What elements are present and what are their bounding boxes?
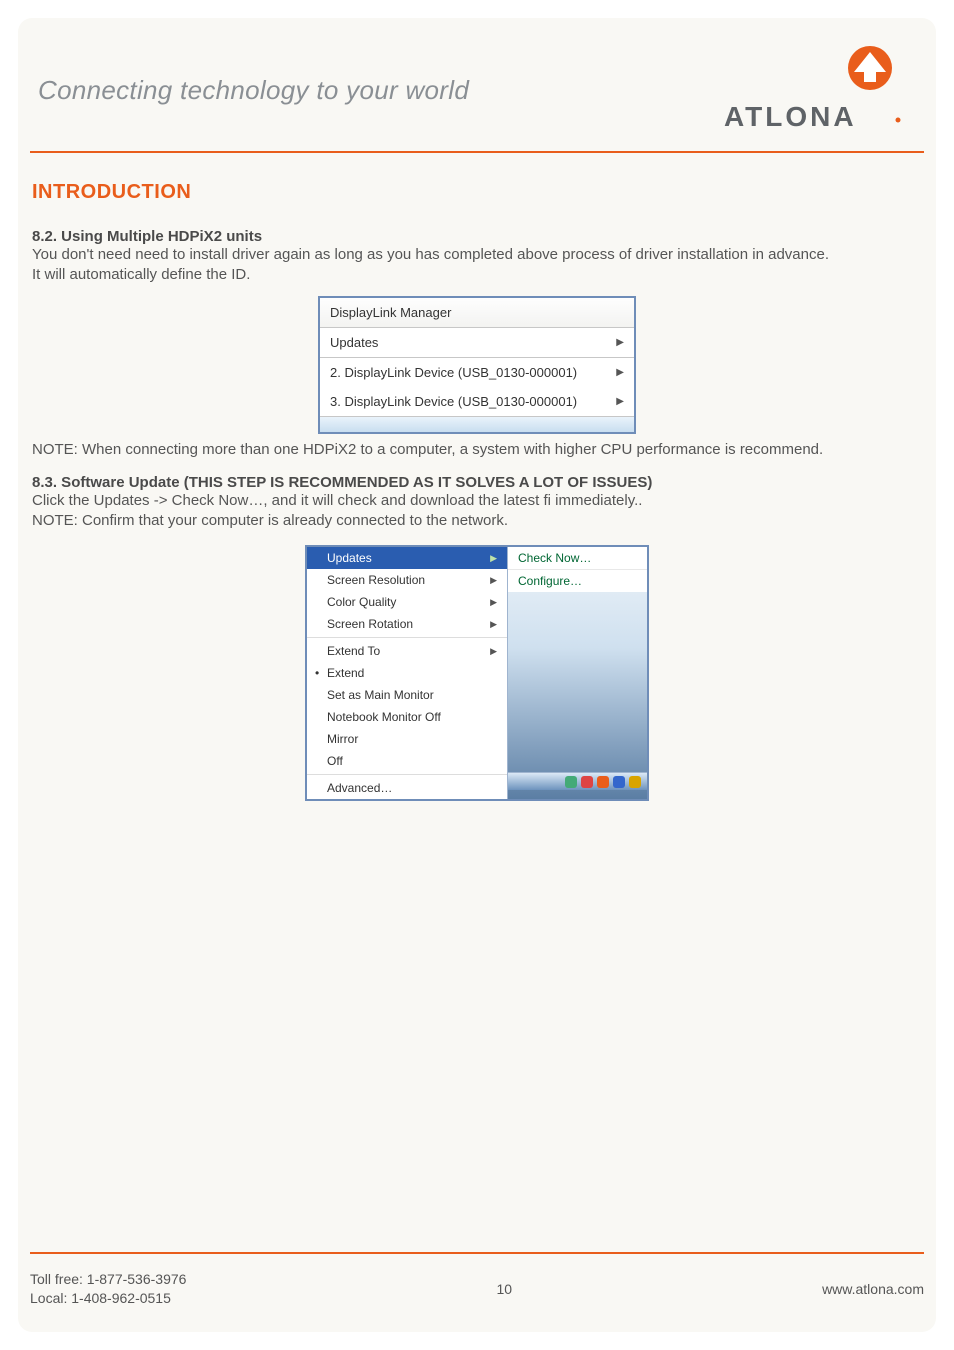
- menu-item-device-3[interactable]: 3. DisplayLink Device (USB_0130-000001)▶: [320, 387, 634, 416]
- menu-item-extend[interactable]: Extend: [307, 662, 507, 684]
- tray-icon: [597, 776, 609, 788]
- submenu-item-check-now[interactable]: Check Now…: [508, 547, 647, 569]
- menu-item-extend-to[interactable]: Extend To▶: [307, 640, 507, 662]
- page-header: Connecting technology to your world ATLO…: [30, 36, 924, 153]
- section-8-3-line1: Click the Updates -> Check Now…, and it …: [32, 491, 922, 511]
- note-1: NOTE: When connecting more than one HDPi…: [32, 440, 922, 460]
- brand-logo: ATLONA: [716, 42, 916, 139]
- menu-item-updates[interactable]: Updates▶: [320, 328, 634, 358]
- menu-item-off[interactable]: Off: [307, 750, 507, 772]
- submenu-item-configure[interactable]: Configure…: [508, 569, 647, 592]
- tray-icon: [581, 776, 593, 788]
- menu-title: DisplayLink Manager: [320, 298, 634, 328]
- chevron-right-icon: ▶: [616, 367, 624, 378]
- taskbar-tray: [508, 772, 647, 790]
- taskbar-strip: [320, 416, 634, 432]
- menu-item-mirror[interactable]: Mirror: [307, 728, 507, 750]
- displaylink-manager-menu: DisplayLink Manager Updates▶ 2. DisplayL…: [318, 296, 636, 434]
- section-8-2-line2: It will automatically define the ID.: [32, 265, 922, 285]
- footer-website: www.atlona.com: [822, 1281, 924, 1297]
- section-8-3-title: 8.3. Software Update (THIS STEP IS RECOM…: [32, 474, 922, 491]
- tray-icon: [565, 776, 577, 788]
- svg-text:ATLONA: ATLONA: [724, 101, 857, 132]
- section-8-3-line2: NOTE: Confirm that your computer is alre…: [32, 511, 922, 531]
- section-8-2-title: 8.2. Using Multiple HDPiX2 units: [32, 228, 922, 245]
- chevron-right-icon: ▶: [490, 646, 497, 657]
- tagline: Connecting technology to your world: [38, 75, 469, 106]
- footer-toll-free: Toll free: 1-877-536-3976: [30, 1270, 186, 1289]
- menu-item-screen-resolution[interactable]: Screen Resolution▶: [307, 569, 507, 591]
- menu-item-updates[interactable]: Updates▶: [307, 547, 507, 569]
- content-body: INTRODUCTION 8.2. Using Multiple HDPiX2 …: [30, 181, 924, 801]
- tray-icon: [629, 776, 641, 788]
- menu-item-notebook-monitor-off[interactable]: Notebook Monitor Off: [307, 706, 507, 728]
- menu-item-screen-rotation[interactable]: Screen Rotation▶: [307, 613, 507, 635]
- menu-item-set-main-monitor[interactable]: Set as Main Monitor: [307, 684, 507, 706]
- chevron-right-icon: ▶: [490, 619, 497, 630]
- tray-icon: [613, 776, 625, 788]
- page-number: 10: [186, 1281, 822, 1297]
- menu-item-color-quality[interactable]: Color Quality▶: [307, 591, 507, 613]
- menu-item-device-2[interactable]: 2. DisplayLink Device (USB_0130-000001)▶: [320, 358, 634, 387]
- footer-local: Local: 1-408-962-0515: [30, 1289, 186, 1308]
- chevron-right-icon: ▶: [490, 575, 497, 586]
- updates-context-menu: Updates▶ Screen Resolution▶ Color Qualit…: [305, 545, 649, 801]
- page-footer: Toll free: 1-877-536-3976 Local: 1-408-9…: [30, 1252, 924, 1308]
- chevron-right-icon: ▶: [616, 337, 624, 348]
- section-8-2-line1: You don't need need to install driver ag…: [32, 245, 922, 265]
- chevron-right-icon: ▶: [490, 597, 497, 608]
- intro-heading: INTRODUCTION: [32, 181, 922, 204]
- chevron-right-icon: ▶: [616, 396, 624, 407]
- menu-item-advanced[interactable]: Advanced…: [307, 777, 507, 799]
- chevron-right-icon: ▶: [490, 553, 497, 564]
